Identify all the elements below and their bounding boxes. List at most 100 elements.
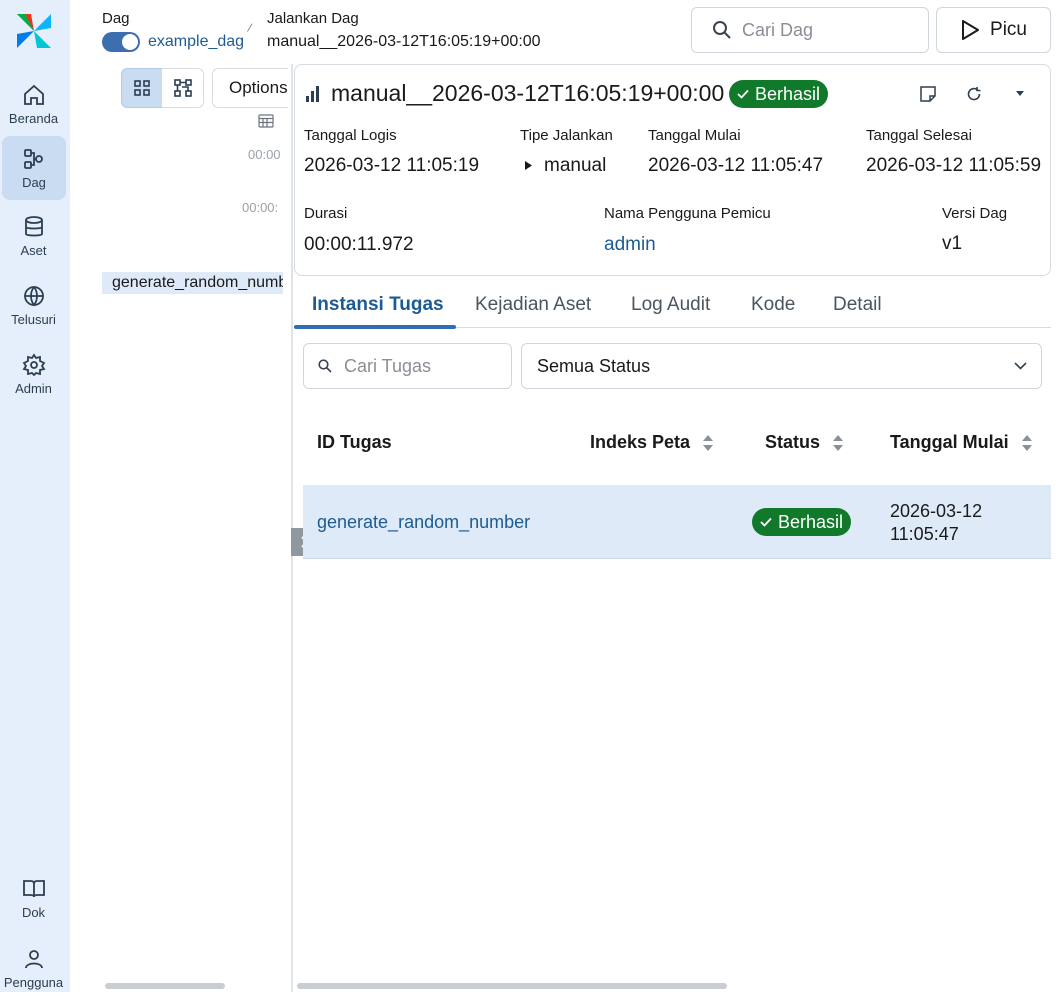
task-start-date-line: 2026-03-12 [890,501,983,521]
nav-label: Beranda [8,110,59,126]
nav-label: Dag [22,174,46,190]
dag-icon [24,148,43,169]
breadcrumb-dag-label: Dag [102,10,130,27]
tab-log-audit[interactable]: Log Audit [631,294,710,316]
column-header-map-index[interactable]: Indeks Peta [590,432,714,453]
run-title: manual__2026-03-12T16:05:19+00:00 [331,80,725,106]
nav-item-dag[interactable]: Dag [2,136,66,200]
duration-value: 00:00:11.972 [304,234,414,255]
column-header-label: Indeks Peta [590,432,691,452]
grid-scrollbar[interactable] [105,983,225,989]
active-tab-indicator [294,325,456,329]
nav-label: Aset [20,242,47,258]
nav-label: Dok [21,904,46,920]
end-date-value: 2026-03-12 11:05:59 [866,155,1042,176]
sort-icon [1021,434,1032,451]
tab-kejadian-aset[interactable]: Kejadian Aset [475,294,591,316]
graph-icon [173,79,192,97]
grid-time-label: 00:00: [242,200,279,215]
nav-item-beranda[interactable]: Beranda [0,72,67,136]
nav-label: Pengguna [3,974,64,990]
triggered-by-label: Nama Pengguna Pemicu [604,205,771,222]
tab-detail[interactable]: Detail [833,294,882,316]
sort-icon [833,434,844,451]
status-filter-select[interactable]: Semua Status [521,343,1042,389]
check-icon [737,89,749,99]
run-type-value: manual [544,155,607,176]
sidebar-nav: Beranda Dag Aset Telusuri Admin Dok Peng… [0,0,70,992]
book-icon [22,879,45,897]
options-button[interactable]: Options [212,68,288,108]
run-type-label: Tipe Jalankan [520,127,613,144]
status-filter-value: Semua Status [537,355,651,376]
gear-icon [22,352,45,376]
search-icon [318,359,332,373]
task-id-link[interactable]: generate_random_number [317,512,530,533]
tab-instansi-tugas[interactable]: Instansi Tugas [312,294,444,316]
options-label: Options [229,78,288,97]
grid-task-row[interactable]: generate_random_numb [102,272,283,294]
run-status-badge: Berhasil [729,80,828,108]
search-task-input[interactable]: Cari Tugas [303,343,512,389]
search-placeholder: Cari Dag [742,19,814,40]
grid-view-button[interactable] [121,68,163,108]
column-header-start-date[interactable]: Tanggal Mulai [890,432,1033,453]
search-task-placeholder: Cari Tugas [344,355,432,376]
toggle-knob [122,34,138,50]
nav-item-aset[interactable]: Aset [0,204,67,268]
column-header-label: Status [765,432,821,452]
column-header-task-id[interactable]: ID Tugas [317,432,392,453]
dag-pause-toggle[interactable] [102,32,140,52]
nav-label: Telusuri [11,311,56,327]
note-icon[interactable] [920,86,936,102]
grid-time-label: 00:00 [248,147,281,162]
column-header-label: Tanggal Mulai [890,432,1009,452]
search-dag-input[interactable]: Cari Dag [691,7,929,53]
bar-chart-icon [305,85,321,103]
check-icon [760,517,772,527]
grid-task-name: generate_random_numb [112,274,283,291]
tab-kode[interactable]: Kode [751,294,795,316]
column-header-label: ID Tugas [317,432,392,452]
start-date-value: 2026-03-12 11:05:47 [648,155,824,176]
table-scrollbar[interactable] [297,983,727,989]
trigger-button[interactable]: Picu [936,7,1051,53]
nav-item-dok[interactable]: Dok [0,866,67,930]
sort-icon [703,434,714,451]
play-icon [962,20,980,40]
breadcrumb-dag-link[interactable]: example_dag [148,33,244,51]
nav-label: Admin [15,380,52,396]
breadcrumb-run-id: manual__2026-03-12T16:05:19+00:00 [267,33,541,50]
caret-down-icon[interactable] [1014,90,1026,98]
home-icon [23,84,44,105]
logical-date-label: Tanggal Logis [304,127,397,144]
globe-icon [23,285,44,306]
column-header-status[interactable]: Status [765,432,844,453]
end-date-label: Tanggal Selesai [866,127,972,144]
nav-item-telusuri[interactable]: Telusuri [0,273,67,337]
refresh-icon[interactable] [966,86,982,102]
logical-date-value: 2026-03-12 11:05:19 [304,155,480,176]
breadcrumb-run-label: Jalankan Dag [267,10,359,27]
run-status-label: Berhasil [754,83,821,104]
grid-icon [134,80,150,96]
triggered-by-link[interactable]: admin [604,234,656,256]
play-icon [524,160,533,171]
nav-item-pengguna[interactable]: Pengguna [0,936,67,1000]
database-icon [24,215,43,236]
airflow-logo-icon[interactable] [13,10,55,52]
task-status-label: Berhasil [777,511,844,532]
user-icon [24,949,43,968]
chevron-down-icon [1014,362,1027,370]
task-status-badge: Berhasil [752,508,851,536]
dag-version-label: Versi Dag [942,205,1008,222]
duration-label: Durasi [304,205,348,222]
search-icon [713,21,731,39]
graph-view-button[interactable] [162,68,204,108]
nav-item-admin[interactable]: Admin [0,342,67,406]
calendar-icon[interactable] [258,114,274,128]
start-date-label: Tanggal Mulai [648,127,741,144]
task-start-date: 2026-03-12 11:05:47 [890,500,982,546]
task-start-time-line: 11:05:47 [890,524,959,544]
dag-version-value: v1 [942,233,963,254]
